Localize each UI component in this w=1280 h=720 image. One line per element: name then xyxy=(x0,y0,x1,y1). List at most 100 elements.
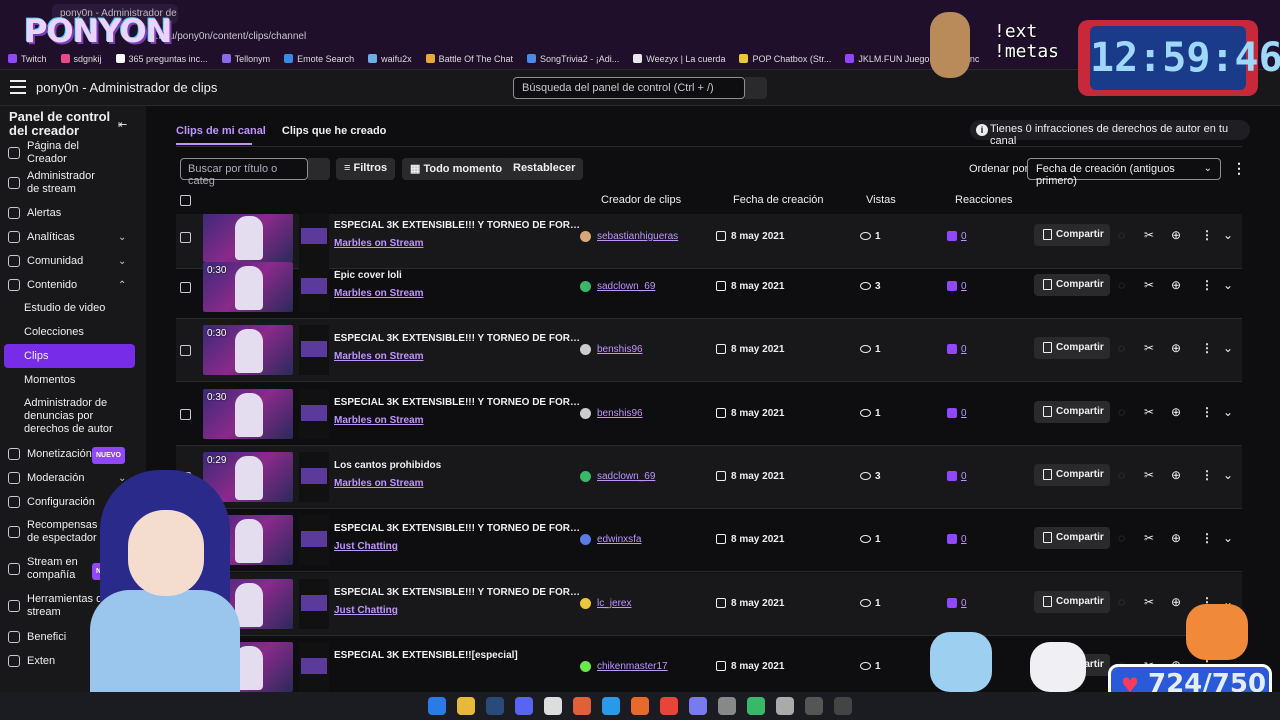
obs-icon[interactable] xyxy=(573,697,591,715)
more-options-icon[interactable]: ⋮ xyxy=(1201,278,1213,292)
row-checkbox[interactable] xyxy=(180,345,191,356)
reset-button[interactable]: Restablecer xyxy=(505,158,584,180)
add-icon[interactable]: ⊕ xyxy=(1171,468,1181,482)
app-icon[interactable] xyxy=(747,697,765,715)
table-row[interactable]: ESPECIAL 3K EXTENSIBLE!!! Y TORNEO DE FO… xyxy=(176,573,1242,636)
all-time-button[interactable]: ▦ Todo momento xyxy=(402,158,511,180)
row-checkbox[interactable] xyxy=(180,409,191,420)
clip-category-link[interactable]: Just Chatting xyxy=(334,541,398,552)
tab-clips-i-created[interactable]: Clips que he creado xyxy=(282,125,387,137)
sidebar-item-content[interactable]: Contenido ⌃ xyxy=(0,278,146,292)
clip-reactions-link[interactable]: 0 xyxy=(947,231,967,242)
scissors-icon[interactable]: ✂ xyxy=(1144,531,1154,545)
clip-thumbnail[interactable]: 0:30 xyxy=(203,262,293,312)
clip-reactions-link[interactable]: 0 xyxy=(947,598,967,609)
sidebar-sub-copyright[interactable]: Administrador de denuncias por derechos … xyxy=(24,397,114,436)
clip-category-link[interactable]: Marbles on Stream xyxy=(334,351,423,362)
clip-category-link[interactable]: Just Chatting xyxy=(334,605,398,616)
bookmark-item[interactable]: JKLM.FUN Juego... xyxy=(845,54,937,64)
chevron-down-icon[interactable]: ⌄ xyxy=(1223,278,1233,292)
address-url[interactable]: h.tv/u/pony0n/content/clips/channel xyxy=(150,31,306,42)
bookmark-item[interactable]: Battle Of The Chat xyxy=(425,54,513,64)
tab-my-channel-clips[interactable]: Clips de mi canal xyxy=(176,125,266,137)
clip-vertical-thumbnail[interactable] xyxy=(299,642,329,692)
sidebar-sub-clips[interactable]: Clips xyxy=(24,350,114,363)
sidebar-sub-collections[interactable]: Colecciones xyxy=(24,326,114,339)
clip-category-link[interactable]: Marbles on Stream xyxy=(334,288,423,299)
clip-creator-link[interactable]: benshis96 xyxy=(580,344,643,355)
copyright-infractions-dropdown[interactable]: i Tienes 0 infracciones de derechos de a… xyxy=(970,120,1250,147)
clip-reactions-link[interactable]: 0 xyxy=(947,281,967,292)
clip-thumbnail[interactable]: 0:30 xyxy=(203,325,293,375)
loading-icon[interactable]: ◌ xyxy=(1118,341,1125,355)
chevron-down-icon[interactable]: ⌄ xyxy=(1223,531,1233,545)
bookmark-item[interactable]: SongTrivia2 - ¡Adi... xyxy=(527,54,619,64)
steam-icon[interactable] xyxy=(486,697,504,715)
valorant-icon[interactable] xyxy=(660,697,678,715)
add-icon[interactable]: ⊕ xyxy=(1171,228,1181,242)
table-row[interactable]: 0:26ESPECIAL 3K EXTENSIBLE!!! Y TORNEO D… xyxy=(176,509,1242,572)
app-icon[interactable] xyxy=(805,697,823,715)
clip-reactions-link[interactable]: 0 xyxy=(947,534,967,545)
share-button[interactable]: Compartir xyxy=(1034,401,1110,423)
clip-creator-link[interactable]: sebastianhigueras xyxy=(580,231,678,242)
clip-creator-link[interactable]: chikenmaster17 xyxy=(580,661,668,672)
loading-icon[interactable]: ◌ xyxy=(1118,228,1125,242)
more-options-icon[interactable]: ⋮ xyxy=(1201,531,1213,545)
firefox-icon[interactable] xyxy=(631,697,649,715)
add-icon[interactable]: ⊕ xyxy=(1171,278,1181,292)
add-icon[interactable]: ⊕ xyxy=(1171,341,1181,355)
clip-vertical-thumbnail[interactable] xyxy=(299,214,329,262)
sidebar-item-stream-manager[interactable]: Administrador de stream xyxy=(0,170,146,196)
table-row[interactable]: 0:30 ESPECIAL 3K EXTENSIBLE!!! Y TORNEO D… xyxy=(176,383,1242,446)
clip-vertical-thumbnail[interactable] xyxy=(299,579,329,629)
scissors-icon[interactable]: ✂ xyxy=(1144,595,1154,609)
bookmark-item[interactable]: POP Chatbox (Str... xyxy=(739,54,831,64)
clip-vertical-thumbnail[interactable] xyxy=(299,325,329,375)
add-icon[interactable]: ⊕ xyxy=(1171,405,1181,419)
clip-vertical-thumbnail[interactable] xyxy=(299,515,329,565)
search-icon[interactable] xyxy=(745,77,767,99)
clip-reactions-link[interactable]: 0 xyxy=(947,471,967,482)
clip-creator-link[interactable]: edwinxsfa xyxy=(580,534,641,545)
table-row[interactable]: 0:30 Épic cover loli Marbles on Stream sadc… xyxy=(176,256,1242,319)
clip-creator-link[interactable]: benshis96 xyxy=(580,408,643,419)
chevron-down-icon[interactable]: ⌄ xyxy=(1223,468,1233,482)
scissors-icon[interactable]: ✂ xyxy=(1144,228,1154,242)
bookmark-item[interactable]: Weezyx | La cuerda xyxy=(633,54,725,64)
select-all-checkbox[interactable] xyxy=(180,195,191,206)
scissors-icon[interactable]: ✂ xyxy=(1144,278,1154,292)
clip-category-link[interactable]: Marbles on Stream xyxy=(334,478,423,489)
clip-vertical-thumbnail[interactable] xyxy=(299,262,329,312)
dashboard-search-input[interactable]: Búsqueda del panel de control (Ctrl + /) xyxy=(513,77,745,99)
clip-thumbnail[interactable]: 0:30 xyxy=(203,389,293,439)
clip-reactions-link[interactable]: 0 xyxy=(947,344,967,355)
clip-reactions-link[interactable]: 0 xyxy=(947,408,967,419)
filters-button[interactable]: ≡ Filtros xyxy=(336,158,396,180)
vscode-icon[interactable] xyxy=(689,697,707,715)
table-row[interactable]: 0:29 Los cantos prohibidos Marbles on Stre… xyxy=(176,446,1242,509)
row-checkbox[interactable] xyxy=(180,282,191,293)
clip-thumbnail[interactable] xyxy=(203,214,293,262)
bookmark-item[interactable]: sdgnkij xyxy=(60,54,102,64)
discord-icon[interactable] xyxy=(515,697,533,715)
menu-icon[interactable] xyxy=(10,80,26,94)
bookmark-item[interactable]: Twitch xyxy=(8,54,47,64)
add-icon[interactable]: ⊕ xyxy=(1171,595,1181,609)
app-icon[interactable] xyxy=(834,697,852,715)
loading-icon[interactable]: ◌ xyxy=(1118,405,1125,419)
share-button[interactable]: Compartir xyxy=(1034,337,1110,359)
sidebar-sub-moments[interactable]: Momentos xyxy=(24,374,114,387)
scissors-icon[interactable]: ✂ xyxy=(1144,405,1154,419)
share-button[interactable]: Compartir xyxy=(1034,527,1110,549)
share-button[interactable]: Compartir xyxy=(1034,464,1110,486)
sort-select[interactable]: Fecha de creación (antiguos primero) ⌄ xyxy=(1027,158,1221,187)
more-options-icon[interactable]: ⋮ xyxy=(1201,468,1213,482)
sidebar-item-alerts[interactable]: Alertas xyxy=(0,206,146,220)
bookmark-item[interactable]: Tellonym xyxy=(221,54,270,64)
share-button[interactable]: Compartir xyxy=(1034,274,1110,296)
bookmark-item[interactable]: Emote Search xyxy=(284,54,354,64)
sidebar-item-creator-page[interactable]: Página del Creador xyxy=(0,140,146,165)
windows-start-icon[interactable] xyxy=(428,697,446,715)
clip-vertical-thumbnail[interactable] xyxy=(299,389,329,439)
